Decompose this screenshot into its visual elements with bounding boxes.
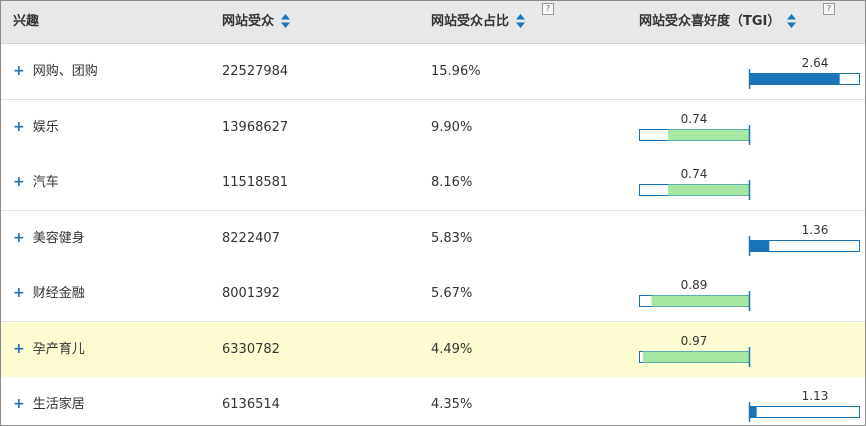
header-audience[interactable]: 网站受众 xyxy=(222,1,290,43)
tgi-bar-chart: 0.89 xyxy=(639,278,751,311)
tgi-bar-track xyxy=(749,406,860,418)
table-header: 兴趣 网站受众 网站受众占比 ? 网站受众喜好度（TGI） ? xyxy=(1,1,865,44)
header-tgi-label: 网站受众喜好度（TGI） xyxy=(639,14,781,29)
tgi-bar-fill xyxy=(668,184,750,196)
tgi-bar-fill xyxy=(642,351,750,362)
share-help-question-icon[interactable]: ? xyxy=(542,3,554,15)
tgi-value-label: 0.89 xyxy=(681,278,708,292)
tgi-bar-chart: 0.97 xyxy=(639,334,751,367)
tgi-bar-chart: 2.64 xyxy=(748,56,860,89)
tgi-bar-chart: 1.13 xyxy=(748,389,860,422)
header-interest[interactable]: 兴趣 xyxy=(13,1,39,43)
tgi-help-question-icon[interactable]: ? xyxy=(823,3,835,15)
tgi-bar-fill xyxy=(749,240,770,251)
tgi-value-label: 1.13 xyxy=(802,389,829,403)
table-row[interactable]: + 汽车 11518581 8.16% 0.74 xyxy=(1,155,865,211)
table-row[interactable]: + 娱乐 13968627 9.90% 0.74 xyxy=(1,99,865,156)
tgi-value-label: 0.74 xyxy=(681,167,708,181)
tgi-value-label: 1.36 xyxy=(802,223,829,237)
sort-up-down-icon[interactable] xyxy=(786,13,796,28)
header-tgi[interactable]: 网站受众喜好度（TGI） xyxy=(639,1,796,43)
tgi-value-label: 2.64 xyxy=(802,56,829,70)
tgi-bar-fill xyxy=(749,73,840,85)
header-interest-label: 兴趣 xyxy=(13,14,40,29)
tgi-bar-fill xyxy=(668,129,750,140)
sort-up-down-icon[interactable] xyxy=(515,13,525,28)
tgi-bar-chart: 1.36 xyxy=(748,223,860,256)
tgi-bar-chart: 0.74 xyxy=(639,112,751,145)
tgi-value-label: 0.97 xyxy=(681,334,708,348)
sort-up-down-icon[interactable] xyxy=(280,13,290,28)
table-row[interactable]: + 财经金融 8001392 5.67% 0.89 xyxy=(1,266,865,322)
header-audience-label: 网站受众 xyxy=(222,14,275,29)
table-row[interactable]: + 生活家居 6136514 4.35% 1.13 xyxy=(1,377,865,425)
tgi-value-label: 0.74 xyxy=(681,112,708,126)
tgi-bar-chart: 0.74 xyxy=(639,167,751,200)
header-share-label: 网站受众占比 xyxy=(431,14,510,29)
table-row[interactable]: + 网购、团购 22527984 15.96% 2.64 xyxy=(1,44,865,100)
header-share[interactable]: 网站受众占比 xyxy=(431,1,525,43)
table-row[interactable]: + 美容健身 8222407 5.83% 1.36 xyxy=(1,210,865,267)
table-row[interactable]: + 孕产育儿 6330782 4.49% 0.97 xyxy=(1,321,865,378)
tgi-bar-fill xyxy=(651,295,750,307)
interest-table: 兴趣 网站受众 网站受众占比 ? 网站受众喜好度（TGI） ? + 网购、团购 … xyxy=(0,0,866,426)
tgi-bar-fill xyxy=(749,406,757,418)
